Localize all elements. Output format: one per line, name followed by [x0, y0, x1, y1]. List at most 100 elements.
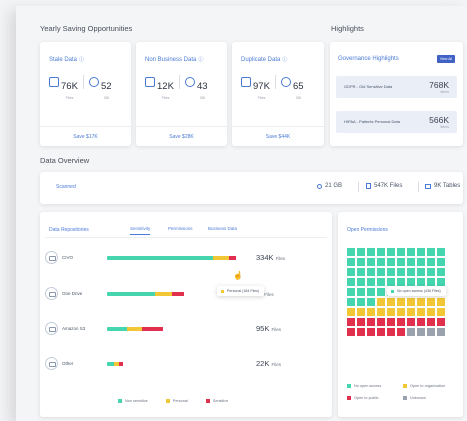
permission-cell[interactable] — [437, 278, 445, 286]
permission-cell[interactable] — [437, 298, 445, 306]
permission-cell[interactable] — [397, 278, 405, 286]
permission-cell[interactable] — [407, 328, 415, 336]
permission-cell[interactable] — [387, 308, 395, 316]
info-icon[interactable]: ⓘ — [282, 57, 287, 63]
permission-cell[interactable] — [367, 268, 375, 276]
permission-cell[interactable] — [367, 278, 375, 286]
permission-cell[interactable] — [387, 318, 395, 326]
permission-cell[interactable] — [347, 278, 355, 286]
permission-cell[interactable] — [437, 308, 445, 316]
permission-cell[interactable] — [387, 278, 395, 286]
permission-cell[interactable] — [387, 258, 395, 266]
permission-cell[interactable] — [367, 328, 375, 336]
permission-cell[interactable] — [387, 298, 395, 306]
permission-cell[interactable] — [407, 308, 415, 316]
permission-cell[interactable] — [427, 248, 435, 256]
permission-cell[interactable] — [357, 258, 365, 266]
permission-cell[interactable] — [357, 318, 365, 326]
permission-cell[interactable] — [387, 328, 395, 336]
permission-cell[interactable] — [407, 278, 415, 286]
bar-segment[interactable] — [154, 292, 173, 296]
duplicate-data-card[interactable]: Duplicate Data ⓘ 97K Files 65 GB Save $44K — [232, 42, 324, 146]
bar-segment[interactable] — [107, 256, 214, 260]
permission-cell[interactable] — [397, 328, 405, 336]
permission-cell[interactable] — [387, 268, 395, 276]
permission-cell[interactable] — [377, 318, 385, 326]
permission-cell[interactable] — [367, 248, 375, 256]
permission-cell[interactable] — [397, 308, 405, 316]
permission-cell[interactable] — [407, 268, 415, 276]
bar-segment[interactable] — [107, 292, 155, 296]
stale-data-card[interactable]: Stale Data ⓘ 76K Files 52 GB Save $17K — [40, 42, 131, 146]
permission-cell[interactable] — [427, 308, 435, 316]
permission-cell[interactable] — [367, 308, 375, 316]
tab-permissions[interactable]: Permissions — [168, 226, 193, 231]
permission-cell[interactable] — [397, 258, 405, 266]
save-link[interactable]: Save $44K — [232, 126, 324, 146]
permission-cell[interactable] — [357, 308, 365, 316]
tab-sensitivity[interactable]: Sensitivity — [130, 226, 151, 235]
permission-cell[interactable] — [417, 298, 425, 306]
save-link[interactable]: Save $28K — [136, 126, 227, 146]
permission-cell[interactable] — [347, 328, 355, 336]
permission-cell[interactable] — [347, 268, 355, 276]
permission-cell[interactable] — [407, 298, 415, 306]
permission-cell[interactable] — [437, 248, 445, 256]
permission-cell[interactable] — [437, 328, 445, 336]
permission-cell[interactable] — [377, 288, 385, 296]
permission-cell[interactable] — [367, 258, 375, 266]
permission-cell[interactable] — [377, 258, 385, 266]
permission-cell[interactable] — [407, 318, 415, 326]
permission-cell[interactable] — [427, 268, 435, 276]
permission-cell[interactable] — [347, 288, 355, 296]
permission-cell[interactable] — [377, 298, 385, 306]
permission-cell[interactable] — [427, 258, 435, 266]
info-icon[interactable]: ⓘ — [79, 57, 84, 63]
permission-cell[interactable] — [357, 288, 365, 296]
permission-cell[interactable] — [437, 268, 445, 276]
permission-cell[interactable] — [347, 318, 355, 326]
permission-cell[interactable] — [427, 328, 435, 336]
permission-cell[interactable] — [357, 268, 365, 276]
repository-bar[interactable] — [107, 362, 240, 366]
highlight-row-hipaa[interactable]: HIPAA - Patients Personal Data 566K Item… — [336, 111, 457, 133]
permission-cell[interactable] — [377, 308, 385, 316]
permission-cell[interactable] — [367, 318, 375, 326]
permission-cell[interactable] — [377, 278, 385, 286]
permission-cell[interactable] — [387, 248, 395, 256]
permission-cell[interactable] — [427, 278, 435, 286]
permission-cell[interactable] — [347, 248, 355, 256]
repository-bar[interactable] — [107, 256, 240, 260]
permission-cell[interactable] — [407, 248, 415, 256]
permission-cell[interactable] — [397, 268, 405, 276]
permission-cell[interactable] — [407, 258, 415, 266]
bar-segment[interactable] — [126, 327, 142, 331]
repository-bar[interactable] — [107, 327, 240, 331]
permission-cell[interactable] — [417, 248, 425, 256]
permission-cell[interactable] — [347, 308, 355, 316]
permission-cell[interactable] — [367, 298, 375, 306]
bar-segment[interactable] — [172, 292, 185, 296]
bar-segment[interactable] — [213, 256, 230, 260]
permission-cell[interactable] — [347, 298, 355, 306]
permission-cell[interactable] — [377, 328, 385, 336]
permission-cell[interactable] — [417, 308, 425, 316]
permission-cell[interactable] — [377, 248, 385, 256]
highlight-row-gdpr[interactable]: GDPR - Old Sensitive Data 768K Items — [336, 76, 457, 98]
permission-cell[interactable] — [427, 318, 435, 326]
permission-cell[interactable] — [377, 268, 385, 276]
permission-cell[interactable] — [437, 258, 445, 266]
bar-segment[interactable] — [141, 327, 163, 331]
permission-cell[interactable] — [417, 258, 425, 266]
permission-cell[interactable] — [417, 328, 425, 336]
tab-business-data[interactable]: Business Data — [208, 226, 237, 231]
permission-cell[interactable] — [357, 278, 365, 286]
permission-cell[interactable] — [397, 248, 405, 256]
permission-cell[interactable] — [357, 328, 365, 336]
permission-cell[interactable] — [397, 298, 405, 306]
non-business-data-card[interactable]: Non Business Data ⓘ 12K Files 43 GB Save $2… — [136, 42, 227, 146]
bar-segment[interactable] — [107, 327, 127, 331]
permission-cell[interactable] — [367, 288, 375, 296]
view-all-button[interactable]: View All — [437, 55, 455, 63]
permission-cell[interactable] — [417, 268, 425, 276]
